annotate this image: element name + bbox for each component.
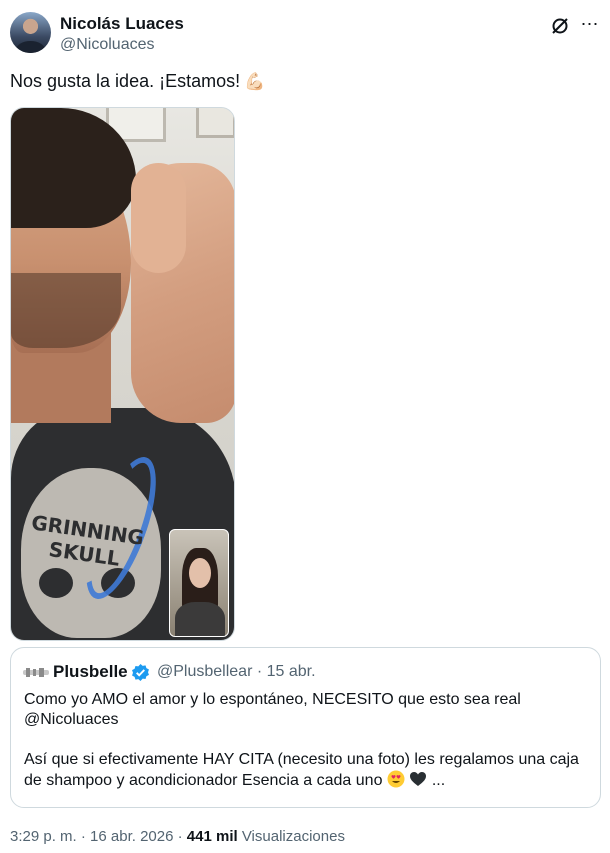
inset-face	[189, 558, 211, 588]
verified-badge-icon	[132, 663, 149, 682]
quoted-line: Como yo AMO el amor y lo espontáneo, NEC…	[24, 691, 521, 708]
quoted-author-name[interactable]: Plusbelle	[53, 662, 128, 682]
skull-eye	[39, 568, 73, 598]
tweet-photo[interactable]: GRINNING SKULL	[10, 107, 235, 641]
thumb	[131, 163, 186, 273]
views-count: 441 mil	[186, 828, 238, 845]
avatar-silhouette	[16, 41, 45, 53]
quoted-tweet-body: Como yo AMO el amor y lo espontáneo, NEC…	[24, 690, 590, 791]
tweet-header: Nicolás Luaces @Nicoluaces ⋯	[10, 12, 600, 56]
tweet-text-content: Nos gusta la idea. ¡Estamos!	[10, 71, 241, 91]
tweet-meta: 3:29 p. m. · 16 abr. 2026 · 441 mil Visu…	[10, 828, 345, 845]
quoted-line-last: de shampoo y acondicionador Esencia a ca…	[24, 770, 590, 791]
quoted-mention[interactable]: @Nicoluaces	[24, 710, 590, 730]
wall-frame	[196, 108, 234, 138]
author-name[interactable]: Nicolás Luaces	[60, 14, 184, 34]
flexed-biceps-emoji: 💪🏻	[244, 72, 266, 91]
black-heart-emoji	[410, 772, 427, 786]
quoted-blank-line	[24, 730, 590, 750]
tweet-text: Nos gusta la idea. ¡Estamos! 💪🏻	[10, 71, 265, 92]
tweet-timestamp[interactable]: 3:29 p. m. · 16 abr. 2026 ·	[10, 828, 183, 845]
author-avatar[interactable]	[10, 12, 51, 53]
quoted-line-text: de shampoo y acondicionador Esencia a ca…	[24, 772, 383, 789]
author-handle[interactable]: @Nicoluaces	[60, 36, 155, 54]
quoted-handle-date[interactable]: @Plusbellear · 15 abr.	[157, 663, 316, 681]
quoted-line-ellipsis: ...	[431, 772, 446, 789]
more-icon[interactable]: ⋯	[580, 14, 600, 34]
inset-body	[175, 602, 225, 636]
heart-eyes-emoji	[387, 770, 405, 788]
quoted-line: Así que si efectivamente HAY CITA (neces…	[24, 751, 579, 768]
plusbelle-logo	[23, 668, 49, 677]
views-label: Visualizaciones	[241, 828, 345, 845]
quoted-tweet[interactable]: Plusbelle @Plusbellear · 15 abr. Como yo…	[10, 647, 601, 808]
video-call-inset	[169, 529, 229, 637]
grok-icon[interactable]	[550, 16, 570, 36]
